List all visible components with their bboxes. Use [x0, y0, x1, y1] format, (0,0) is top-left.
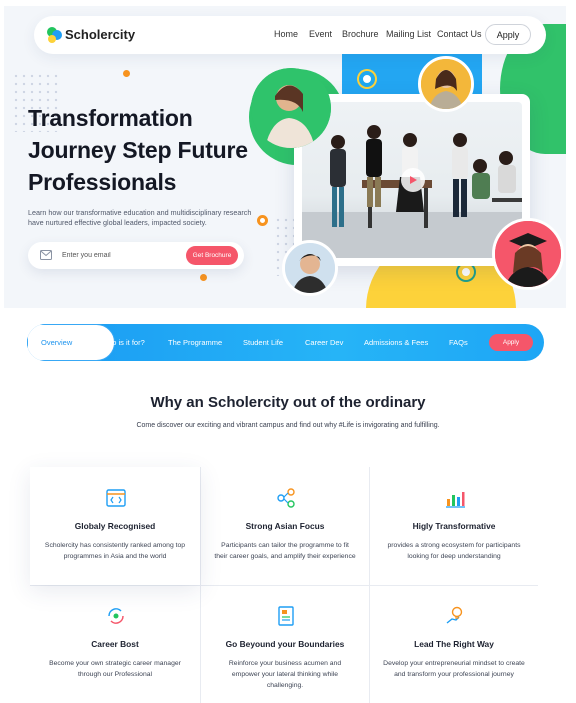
nav-link-event[interactable]: Event [309, 29, 332, 39]
career-cycle-icon [108, 608, 124, 624]
program-tab-bar: Overview Who is it for? The Programme St… [27, 324, 544, 361]
tab-admissions-fees[interactable]: Admissions & Fees [364, 324, 428, 361]
email-signup-form: Get Brochure [28, 242, 244, 269]
feature-title: Higly Transformative [412, 521, 496, 531]
student-avatar [251, 68, 331, 148]
why-section-title: Why an Scholercity out of the ordinary [150, 394, 426, 411]
decor-dot [200, 274, 207, 281]
why-section-subtitle: Come discover our exciting and vibrant c… [136, 422, 440, 429]
feature-title: Career Bost [91, 639, 139, 649]
nav-link-contact-us[interactable]: Contact Us [437, 29, 482, 39]
features-grid: Globaly Recognised Scholercity has consi… [30, 467, 538, 703]
decor-ring [359, 71, 375, 87]
graduate-avatar [492, 218, 564, 290]
feature-card: Globaly Recognised Scholercity has consi… [30, 467, 200, 585]
tab-faqs[interactable]: FAQs [449, 324, 468, 361]
nav-link-mailing-list[interactable]: Mailing List [386, 29, 431, 39]
student-avatar [418, 56, 474, 112]
apply-button[interactable]: Apply [485, 24, 531, 45]
feature-text: Become your own strategic career manager… [49, 660, 181, 678]
feature-text: Reinforce your business acumen and empow… [228, 660, 342, 689]
feature-card: Go Beyound your Boundaries Reinforce you… [200, 585, 370, 703]
play-icon [410, 176, 417, 184]
student-portrait [421, 59, 471, 109]
logo-icon [47, 27, 62, 43]
code-window-icon [106, 489, 126, 507]
feature-text: Participants can tailor the programme to… [214, 542, 356, 560]
hero-subline: Learn how our transformative education a… [28, 208, 252, 227]
graduate-portrait [495, 221, 561, 287]
feature-title: Globaly Recognised [74, 521, 156, 531]
tab-the-programme[interactable]: The Programme [168, 324, 222, 361]
feature-card: Strong Asian Focus Participants can tail… [200, 467, 370, 585]
feature-title: Strong Asian Focus [245, 521, 325, 531]
brand-name[interactable]: Scholercity [65, 27, 135, 42]
tab-career-dev[interactable]: Career Dev [305, 324, 343, 361]
tab-apply-button[interactable]: Apply [489, 334, 533, 351]
hero-section: Scholercity Home Event Brochure Mailing … [4, 6, 566, 308]
student-portrait [251, 68, 331, 148]
feature-card: Higly Transformative provides a strong e… [369, 467, 539, 585]
feature-text: provides a strong ecosystem for particip… [387, 542, 521, 560]
bar-chart-icon [446, 492, 465, 508]
feature-title: Lead The Right Way [414, 639, 494, 649]
lightbulb-hand-icon [446, 606, 463, 624]
mail-icon [40, 250, 52, 260]
top-navbar: Scholercity Home Event Brochure Mailing … [34, 16, 546, 54]
tab-who-is-it-for[interactable]: Who is it for? [101, 324, 145, 361]
student-avatar [282, 240, 338, 296]
feature-card: Career Bost Become your own strategic ca… [30, 585, 200, 703]
play-video-button[interactable] [401, 168, 425, 192]
get-brochure-button[interactable]: Get Brochure [186, 246, 238, 265]
feature-card: Lead The Right Way Develop your entrepre… [369, 585, 539, 703]
tab-student-life[interactable]: Student Life [243, 324, 283, 361]
hero-headline: Transformation Journey Step Future Profe… [28, 105, 248, 195]
feature-text: Scholercity has consistently ranked amon… [44, 542, 186, 560]
decor-dot [123, 70, 130, 77]
feature-title: Go Beyound your Boundaries [225, 639, 345, 649]
document-icon [278, 606, 294, 626]
decor-ring [257, 215, 268, 226]
network-nodes-icon [277, 488, 295, 508]
nav-link-brochure[interactable]: Brochure [342, 29, 379, 39]
decor-ring [458, 264, 474, 280]
email-input[interactable] [60, 248, 178, 263]
nav-link-home[interactable]: Home [274, 29, 298, 39]
feature-text: Develop your entrepreneurial mindset to … [383, 660, 525, 678]
students-photo [302, 102, 522, 258]
student-portrait [285, 243, 335, 293]
